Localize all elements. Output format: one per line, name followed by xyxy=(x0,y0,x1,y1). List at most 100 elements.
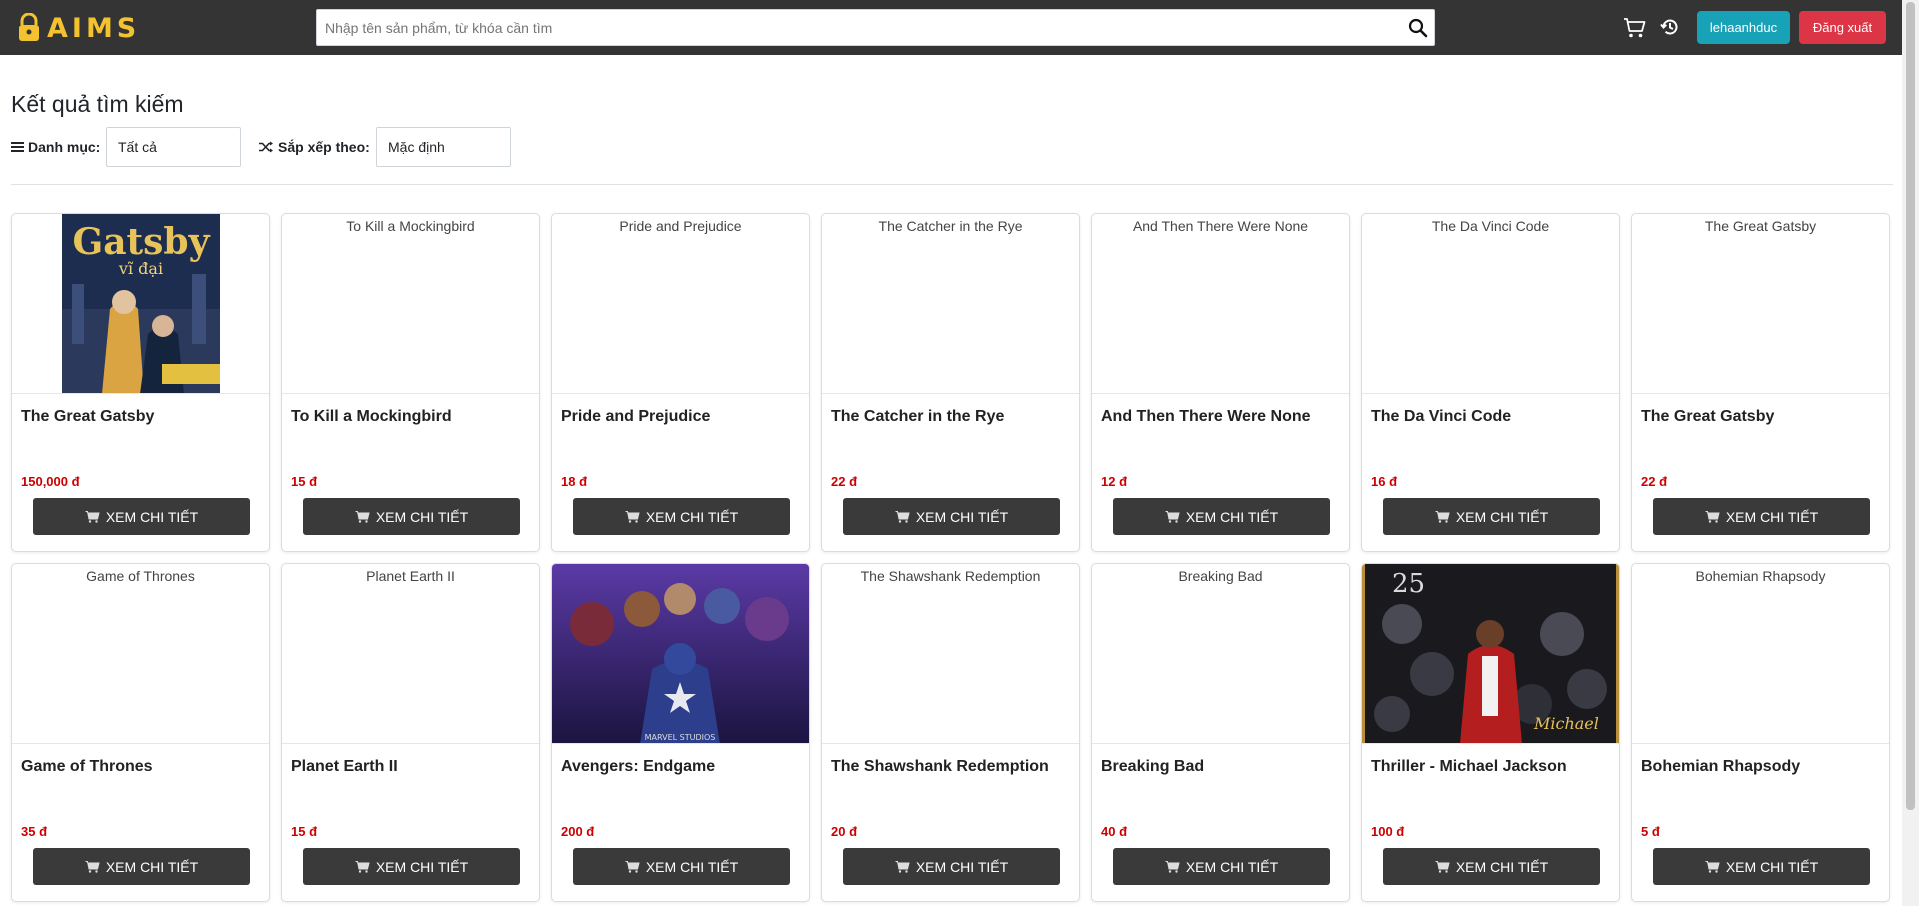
view-detail-button[interactable]: XEM CHI TIẾT xyxy=(1113,848,1330,885)
lock-logo-icon xyxy=(19,13,39,41)
cart-icon xyxy=(625,511,640,523)
product-image[interactable]: Game of Thrones xyxy=(12,564,269,744)
cart-icon xyxy=(1705,861,1720,873)
product-title: The Great Gatsby xyxy=(1641,408,1775,425)
product-image[interactable]: The Shawshank Redemption xyxy=(822,564,1079,744)
product-image[interactable]: And Then There Were None xyxy=(1092,214,1349,394)
view-detail-button[interactable]: XEM CHI TIẾT xyxy=(303,498,520,535)
product-price: 20 đ xyxy=(831,824,858,839)
product-grid: Gatsby vĩ đại The Great Gatsby 150,000 đ … xyxy=(11,213,1894,902)
sort-filter-label: Sắp xếp theo: xyxy=(259,139,370,155)
product-title: Game of Thrones xyxy=(21,758,153,775)
view-detail-button[interactable]: XEM CHI TIẾT xyxy=(573,498,790,535)
search-icon[interactable] xyxy=(1408,18,1428,38)
svg-text:vĩ đại: vĩ đại xyxy=(117,259,162,278)
product-card: And Then There Were None And Then There … xyxy=(1091,213,1350,552)
cart-icon xyxy=(1435,861,1450,873)
product-card: The Da Vinci Code The Da Vinci Code 16 đ… xyxy=(1361,213,1620,552)
product-title: And Then There Were None xyxy=(1101,408,1311,425)
view-detail-button[interactable]: XEM CHI TIẾT xyxy=(33,848,250,885)
logo[interactable]: AIMS xyxy=(17,10,140,46)
view-detail-label: XEM CHI TIẾT xyxy=(1185,508,1279,525)
product-card: Pride and Prejudice Pride and Prejudice … xyxy=(551,213,810,552)
cart-icon xyxy=(1165,861,1180,873)
cart-icon xyxy=(895,511,910,523)
logout-button[interactable]: Đăng xuất xyxy=(1799,11,1886,44)
view-detail-label: XEM CHI TIẾT xyxy=(1725,508,1819,525)
sort-label-text: Sắp xếp theo: xyxy=(278,139,370,155)
view-detail-button[interactable]: XEM CHI TIẾT xyxy=(1653,848,1870,885)
cart-icon xyxy=(625,861,640,873)
product-title: The Great Gatsby xyxy=(21,408,155,425)
product-image[interactable]: Planet Earth II xyxy=(282,564,539,744)
history-icon[interactable] xyxy=(1660,17,1680,37)
product-card: The Shawshank Redemption The Shawshank R… xyxy=(821,563,1080,902)
search-box xyxy=(316,9,1435,46)
svg-text:25: 25 xyxy=(1392,569,1425,599)
product-card: Game of Thrones Game of Thrones 35 đ XEM… xyxy=(11,563,270,902)
product-price: 16 đ xyxy=(1371,474,1398,489)
svg-text:Michael: Michael xyxy=(1533,714,1599,733)
product-image[interactable]: To Kill a Mockingbird xyxy=(282,214,539,394)
view-detail-button[interactable]: XEM CHI TIẾT xyxy=(1383,498,1600,535)
category-filter-label: Danh mục: xyxy=(11,139,100,155)
product-card: MARVEL STUDIOS Avengers: Endgame 200 đ X… xyxy=(551,563,810,902)
product-price: 35 đ xyxy=(21,824,48,839)
cart-icon xyxy=(1165,511,1180,523)
product-image[interactable]: The Great Gatsby xyxy=(1632,214,1889,394)
product-card: To Kill a Mockingbird To Kill a Mockingb… xyxy=(281,213,540,552)
view-detail-button[interactable]: XEM CHI TIẾT xyxy=(303,848,520,885)
product-image[interactable]: Gatsby vĩ đại xyxy=(12,214,269,394)
cart-icon[interactable] xyxy=(1623,16,1647,40)
product-card: 25 Michael Thriller - Michael Jackson 100… xyxy=(1361,563,1620,902)
view-detail-label: XEM CHI TIẾT xyxy=(105,858,199,875)
svg-text:Gatsby: Gatsby xyxy=(72,221,210,263)
cart-icon xyxy=(355,861,370,873)
product-card: Breaking Bad Breaking Bad 40 đ XEM CHI T… xyxy=(1091,563,1350,902)
product-price: 15 đ xyxy=(291,824,318,839)
view-detail-label: XEM CHI TIẾT xyxy=(1185,858,1279,875)
product-title: Thriller - Michael Jackson xyxy=(1371,758,1567,775)
product-image[interactable]: The Catcher in the Rye xyxy=(822,214,1079,394)
product-image[interactable]: Breaking Bad xyxy=(1092,564,1349,744)
product-title: The Shawshank Redemption xyxy=(831,758,1049,775)
cart-icon xyxy=(85,861,100,873)
product-card: Gatsby vĩ đại The Great Gatsby 150,000 đ … xyxy=(11,213,270,552)
product-card: Bohemian Rhapsody Bohemian Rhapsody 5 đ … xyxy=(1631,563,1890,902)
view-detail-button[interactable]: XEM CHI TIẾT xyxy=(1653,498,1870,535)
scrollbar-thumb[interactable] xyxy=(1906,2,1915,810)
view-detail-label: XEM CHI TIẾT xyxy=(375,858,469,875)
product-price: 100 đ xyxy=(1371,824,1405,839)
view-detail-button[interactable]: XEM CHI TIẾT xyxy=(843,498,1060,535)
top-navbar: AIMS lehaanhduc Đăng xuất xyxy=(0,0,1902,55)
product-price: 22 đ xyxy=(831,474,858,489)
product-image[interactable]: Bohemian Rhapsody xyxy=(1632,564,1889,744)
avengers-poster-image: MARVEL STUDIOS xyxy=(552,564,809,743)
view-detail-label: XEM CHI TIẾT xyxy=(1455,858,1549,875)
product-price: 200 đ xyxy=(561,824,595,839)
view-detail-label: XEM CHI TIẾT xyxy=(645,508,739,525)
product-title: Planet Earth II xyxy=(291,758,398,775)
view-detail-button[interactable]: XEM CHI TIẾT xyxy=(33,498,250,535)
product-price: 12 đ xyxy=(1101,474,1128,489)
product-card: The Catcher in the Rye The Catcher in th… xyxy=(821,213,1080,552)
product-price: 150,000 đ xyxy=(21,474,80,489)
product-image[interactable]: Pride and Prejudice xyxy=(552,214,809,394)
product-image[interactable]: The Da Vinci Code xyxy=(1362,214,1619,394)
product-price: 15 đ xyxy=(291,474,318,489)
logo-text: AIMS xyxy=(47,12,141,44)
category-select[interactable]: Tất cả xyxy=(106,127,241,167)
product-image[interactable]: 25 Michael xyxy=(1362,564,1619,744)
thriller-cover-image: 25 Michael xyxy=(1362,564,1619,743)
sort-select[interactable]: Mặc định xyxy=(376,127,511,167)
product-image[interactable]: MARVEL STUDIOS xyxy=(552,564,809,744)
cart-icon xyxy=(355,511,370,523)
view-detail-button[interactable]: XEM CHI TIẾT xyxy=(1383,848,1600,885)
view-detail-button[interactable]: XEM CHI TIẾT xyxy=(1113,498,1330,535)
view-detail-button[interactable]: XEM CHI TIẾT xyxy=(843,848,1060,885)
user-account-button[interactable]: lehaanhduc xyxy=(1697,11,1790,44)
search-input[interactable] xyxy=(317,10,1397,45)
view-detail-button[interactable]: XEM CHI TIẾT xyxy=(573,848,790,885)
page-scrollbar[interactable] xyxy=(1902,0,1919,906)
product-price: 5 đ xyxy=(1641,824,1660,839)
